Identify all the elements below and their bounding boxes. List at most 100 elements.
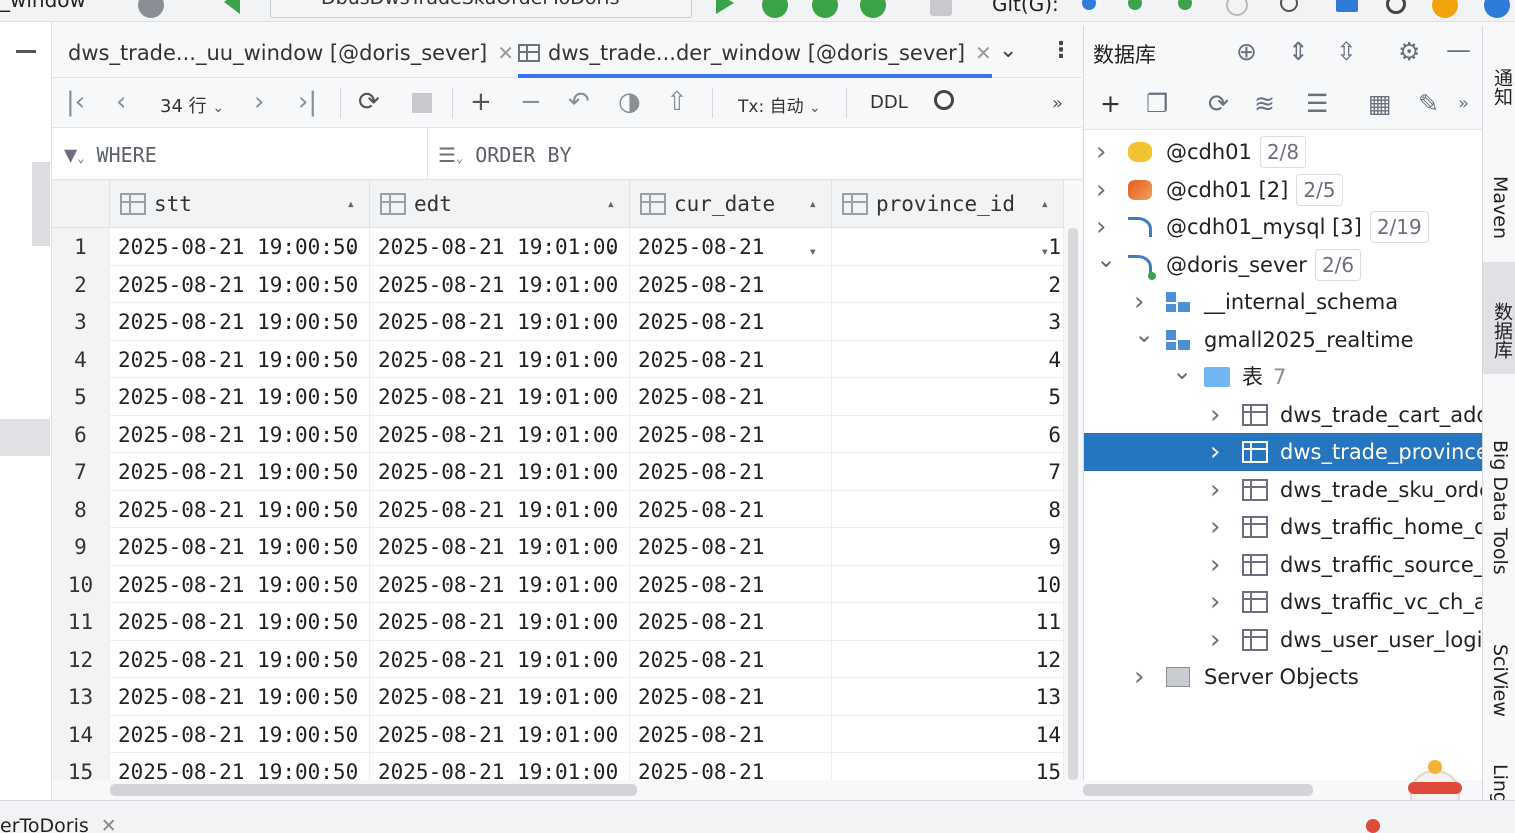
- cell-edt[interactable]: 2025-08-21 19:01:00: [370, 453, 630, 491]
- duplicate-icon[interactable]: ❐: [1146, 90, 1168, 118]
- table-row[interactable]: 6 2025-08-21 19:00:50 2025-08-21 19:01:00 2…: [52, 415, 1064, 453]
- cell-province-id[interactable]: 12: [832, 640, 1064, 678]
- search-icon[interactable]: [1386, 0, 1406, 14]
- table-row[interactable]: 7 2025-08-21 19:00:50 2025-08-21 19:01:00 2…: [52, 453, 1064, 491]
- close-icon[interactable]: ✕: [975, 41, 992, 65]
- delete-row-icon[interactable]: −: [520, 88, 542, 116]
- where-filter[interactable]: ▼⌄ WHERE: [64, 128, 157, 180]
- tab-uu-window[interactable]: dws_trade..._uu_window [@doris_sever] ✕: [68, 26, 514, 78]
- run-configuration-selector[interactable]: DbusDwsTradeSkuOrderToDoris: [270, 0, 692, 18]
- cell-edt[interactable]: 2025-08-21 19:01:00: [370, 378, 630, 416]
- more-options-icon[interactable]: ⋮: [1050, 38, 1072, 63]
- submit-icon[interactable]: ⇧: [666, 88, 688, 116]
- cell-province-id[interactable]: 2: [832, 265, 1064, 303]
- cell-stt[interactable]: 2025-08-21 19:00:50: [110, 753, 370, 780]
- table-row[interactable]: 2 2025-08-21 19:00:50 2025-08-21 19:01:00 2…: [52, 265, 1064, 303]
- tree-node[interactable]: › dws_traffic_source_k: [1084, 546, 1482, 584]
- git-push-icon[interactable]: [1178, 0, 1192, 10]
- row-number[interactable]: 4: [52, 340, 110, 378]
- tree-node[interactable]: › dws_trade_sku_orde: [1084, 471, 1482, 509]
- row-number[interactable]: 11: [52, 603, 110, 641]
- cell-province-id[interactable]: 15: [832, 753, 1064, 780]
- maven-tool[interactable]: Maven: [1489, 176, 1511, 239]
- cell-province-id[interactable]: 11: [832, 603, 1064, 641]
- chevron-down-icon[interactable]: ⌄: [1172, 352, 1192, 390]
- cell-province-id[interactable]: 8: [832, 490, 1064, 528]
- chevron-right-icon[interactable]: ›: [1210, 508, 1220, 546]
- tree-node[interactable]: › Server Objects: [1084, 658, 1482, 696]
- close-icon[interactable]: ✕: [497, 41, 514, 65]
- cell-province-id[interactable]: 10: [832, 565, 1064, 603]
- cell-stt[interactable]: 2025-08-21 19:00:50: [110, 678, 370, 716]
- cell-province-id[interactable]: 14: [832, 715, 1064, 753]
- profile-icon[interactable]: [860, 0, 886, 18]
- cell-edt[interactable]: 2025-08-21 19:01:00: [370, 565, 630, 603]
- properties-icon[interactable]: ≋: [1254, 90, 1275, 118]
- cell-province-id[interactable]: 6: [832, 415, 1064, 453]
- refresh-icon[interactable]: ⟳: [1208, 90, 1229, 118]
- chevron-right-icon[interactable]: ›: [1210, 471, 1220, 509]
- more-chevron-icon[interactable]: »: [1052, 90, 1063, 118]
- row-number[interactable]: 9: [52, 528, 110, 566]
- row-number[interactable]: 1: [52, 228, 110, 266]
- row-number[interactable]: 3: [52, 303, 110, 341]
- column-header-cur-date[interactable]: cur_date ▴ ▾: [630, 180, 832, 260]
- plugin-icon[interactable]: [1484, 0, 1510, 18]
- vertical-scrollbar[interactable]: [1064, 228, 1082, 780]
- cell-stt[interactable]: 2025-08-21 19:00:50: [110, 715, 370, 753]
- tree-node[interactable]: › dws_traffic_home_de: [1084, 508, 1482, 546]
- chevron-right-icon[interactable]: ›: [1210, 583, 1220, 621]
- cell-province-id[interactable]: 3: [832, 303, 1064, 341]
- cell-cur-date[interactable]: 2025-08-21: [630, 228, 832, 266]
- row-number[interactable]: 15: [52, 753, 110, 780]
- table-row[interactable]: 1 2025-08-21 19:00:50 2025-08-21 19:01:00 2…: [52, 228, 1064, 266]
- horizontal-scrollbar[interactable]: [52, 780, 1082, 800]
- big-data-tools-tool[interactable]: Big Data Tools: [1489, 440, 1511, 575]
- tab-list-chevron-icon[interactable]: ⌄: [999, 38, 1017, 63]
- git-update-icon[interactable]: [1082, 0, 1096, 10]
- table-row[interactable]: 10 2025-08-21 19:00:50 2025-08-21 19:01:00…: [52, 565, 1064, 603]
- update-badge-icon[interactable]: [1432, 0, 1458, 18]
- add-row-icon[interactable]: +: [470, 88, 492, 116]
- chevron-down-icon[interactable]: ⌄: [1134, 315, 1154, 353]
- collapse-all-icon[interactable]: ⇳: [1336, 38, 1357, 66]
- scrollbar-thumb[interactable]: [110, 784, 637, 796]
- close-icon[interactable]: ✕: [101, 815, 117, 833]
- scrollbar-thumb[interactable]: [1068, 228, 1078, 780]
- cell-edt[interactable]: 2025-08-21 19:01:00: [370, 265, 630, 303]
- tree-node[interactable]: › dws_trade_province_: [1084, 433, 1482, 471]
- rollback-icon[interactable]: [1280, 0, 1298, 12]
- tree-node[interactable]: ⌄ 表 7: [1084, 357, 1482, 396]
- cell-cur-date[interactable]: 2025-08-21: [630, 678, 832, 716]
- refresh-icon[interactable]: ⟳: [358, 88, 380, 116]
- cell-stt[interactable]: 2025-08-21 19:00:50: [110, 378, 370, 416]
- transaction-mode-selector[interactable]: Tx: 自动 ⌄: [738, 92, 821, 117]
- table-row[interactable]: 15 2025-08-21 19:00:50 2025-08-21 19:01:00…: [52, 753, 1064, 780]
- chevron-right-icon[interactable]: ›: [1210, 621, 1220, 659]
- status-indicator-icon[interactable]: [1366, 819, 1380, 833]
- lingma-tool[interactable]: Lingma: [1489, 764, 1511, 800]
- next-page-icon[interactable]: ›: [254, 88, 264, 116]
- cell-edt[interactable]: 2025-08-21 19:01:00: [370, 753, 630, 780]
- cell-stt[interactable]: 2025-08-21 19:00:50: [110, 228, 370, 266]
- stop-icon[interactable]: [930, 0, 952, 16]
- column-header-stt[interactable]: stt ▴ ▾: [110, 180, 370, 260]
- minimize-icon[interactable]: [16, 50, 36, 53]
- git-commit-icon[interactable]: [1128, 0, 1142, 10]
- table-view-icon[interactable]: ▦: [1368, 90, 1392, 118]
- revert-icon[interactable]: ↶: [568, 88, 590, 116]
- chevron-right-icon[interactable]: ›: [1134, 658, 1144, 696]
- cell-cur-date[interactable]: 2025-08-21: [630, 715, 832, 753]
- chevron-right-icon[interactable]: ›: [1210, 546, 1220, 584]
- chevron-right-icon[interactable]: ›: [1210, 396, 1220, 434]
- cell-province-id[interactable]: 13: [832, 678, 1064, 716]
- cell-stt[interactable]: 2025-08-21 19:00:50: [110, 490, 370, 528]
- cell-stt[interactable]: 2025-08-21 19:00:50: [110, 565, 370, 603]
- cell-edt[interactable]: 2025-08-21 19:01:00: [370, 490, 630, 528]
- tree-node[interactable]: ⌄ gmall2025_realtime: [1084, 320, 1482, 359]
- cell-edt[interactable]: 2025-08-21 19:01:00: [370, 415, 630, 453]
- add-icon[interactable]: +: [1100, 90, 1121, 118]
- order-by-filter[interactable]: ☰⌄ ORDER BY: [438, 128, 572, 180]
- row-number[interactable]: 10: [52, 565, 110, 603]
- chevron-right-icon[interactable]: ›: [1096, 133, 1106, 171]
